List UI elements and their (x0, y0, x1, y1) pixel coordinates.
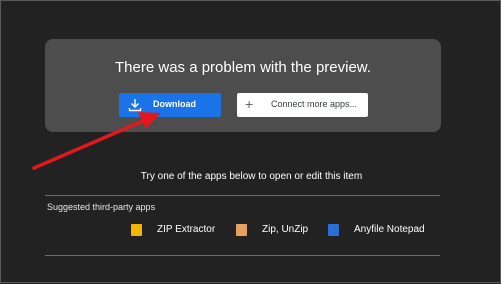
suggested-apps-heading: Suggested third-party apps (47, 202, 156, 212)
divider-top (45, 195, 440, 196)
anyfile-notepad-icon (328, 224, 339, 236)
connect-more-apps-button[interactable]: + Connect more apps... (237, 93, 368, 117)
zip-unzip-icon (236, 224, 247, 236)
download-icon (128, 99, 142, 112)
download-button[interactable]: Download (119, 93, 221, 117)
connect-more-apps-label: Connect more apps... (271, 99, 358, 109)
try-apps-text: Try one of the apps below to open or edi… (140, 171, 363, 182)
preview-error-title: There was a problem with the preview. (115, 59, 371, 76)
plus-icon: + (245, 96, 254, 112)
download-label: Download (153, 99, 196, 109)
zip-extractor-icon (131, 224, 142, 236)
app-label: ZIP Extractor (157, 224, 216, 235)
app-label: Zip, UnZip (262, 224, 309, 235)
app-label: Anyfile Notepad (354, 224, 425, 235)
divider-bottom (45, 255, 440, 256)
preview-error-card: There was a problem with the preview. Do… (45, 39, 441, 132)
